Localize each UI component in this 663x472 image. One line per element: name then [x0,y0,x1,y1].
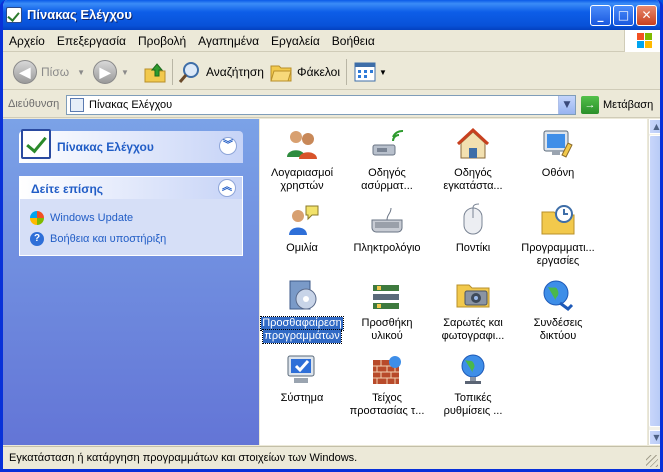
windows-logo [624,30,660,52]
up-folder-icon [144,63,166,83]
item-mouse[interactable]: Ποντίκι [431,202,515,268]
address-field[interactable]: Πίνακας Ελέγχου ▼ [66,95,576,115]
menu-file[interactable]: Αρχείο [3,30,51,48]
address-value: Πίνακας Ελέγχου [89,99,173,111]
network-connections-icon [540,277,576,313]
add-hardware-icon [369,277,405,313]
resize-grip-icon[interactable] [646,455,658,467]
speech-icon [284,202,320,238]
status-text: Εγκατάσταση ή κατάργηση προγραμμάτων και… [9,452,358,464]
address-label: Διεύθυνση [8,98,60,110]
back-label: Πίσω [41,65,70,79]
display-icon [540,127,576,163]
go-label: Μετάβαση [603,99,654,111]
item-scheduled-tasks[interactable]: Προγραμματι... εργασίες [516,202,600,268]
scroll-thumb[interactable] [649,135,660,427]
back-arrow-icon: ◀ [13,60,37,84]
control-panel-icon [6,7,22,23]
menu-bar: Αρχείο Επεξεργασία Προβολή Αγαπημένα Εργαλεί… [3,30,660,52]
help-icon: ? [30,232,44,246]
item-user-accounts[interactable]: Λογαριασμοί χρηστών [260,127,344,193]
item-network-setup-wizard[interactable]: Οδηγός εγκατάστα... [431,127,515,193]
folders-label: Φάκελοι [297,65,341,79]
system-icon [284,352,320,388]
see-also-title: Δείτε επίσης [31,182,104,196]
control-panel-icon [21,129,51,159]
toolbar: ◀ Πίσω ▼ ▶ ▼ Αναζήτηση Φάκελοι ▼ [3,53,660,90]
item-add-hardware[interactable]: Προσθήκη υλικού [345,277,429,343]
go-button[interactable]: → Μετάβαση [581,96,653,114]
network-setup-icon [455,127,491,163]
item-regional-settings[interactable]: Τοπικές ρυθμίσεις ... [431,352,515,418]
search-label: Αναζήτηση [206,65,264,79]
windows-update-icon [30,211,44,225]
item-system[interactable]: Σύστημα [260,352,344,418]
explorer-window: Πίνακας Ελέγχου _ □ ✕ Αρχείο Επεξεργασία Π… [0,0,663,472]
folders-button[interactable]: Φάκελοι [269,59,340,85]
user-accounts-icon [284,127,320,163]
window-title: Πίνακας Ελέγχου [27,7,132,22]
firewall-icon [369,352,405,388]
control-panel-title: Πίνακας Ελέγχου [57,140,154,154]
help-support-link[interactable]: ? Βοήθεια και υποστήριξη [30,231,166,247]
title-bar[interactable]: Πίνακας Ελέγχου _ □ ✕ [3,0,660,30]
see-also-panel: Δείτε επίσης ︽ Windows Update ? Βοήθεια … [19,176,243,256]
close-button[interactable]: ✕ [636,5,657,26]
add-remove-programs-icon [284,277,320,313]
see-also-header[interactable]: Δείτε επίσης ︽ [20,177,242,199]
item-scanners-cameras[interactable]: Σαρωτές και φωτογραφι... [431,277,515,343]
control-panel-header: Πίνακας Ελέγχου ︾ [19,129,243,163]
menu-tools[interactable]: Εργαλεία [265,30,326,48]
toolbar-separator [346,59,347,85]
collapse-chevron-icon[interactable]: ︾ [219,137,237,155]
windows-update-label: Windows Update [50,212,134,224]
menu-view[interactable]: Προβολή [132,30,192,48]
forward-arrow-icon: ▶ [93,60,117,84]
minimize-button[interactable]: _ [590,5,611,26]
item-add-remove-programs[interactable]: Προσθαφαίρεση προγραμμάτων [260,277,344,344]
menu-favorites[interactable]: Αγαπημένα [192,30,265,48]
search-icon [178,62,199,83]
status-bar: Εγκατάσταση ή κατάργηση προγραμμάτων και… [3,446,660,469]
keyboard-icon [369,202,405,238]
help-support-label: Βοήθεια και υποστήριξη [50,233,167,245]
item-wireless-wizard[interactable]: Οδηγός ασύρματ... [345,127,429,193]
item-network-connections[interactable]: Συνδέσεις δικτύου [516,277,600,343]
mouse-icon [455,202,491,238]
wireless-wizard-icon [369,127,405,163]
item-display[interactable]: Οθόνη [516,127,600,193]
scroll-up-icon[interactable]: ▲ [649,119,660,134]
address-bar: Διεύθυνση Πίνακας Ελέγχου ▼ → Μετάβαση [3,91,660,118]
item-speech[interactable]: Ομιλία [260,202,344,268]
up-folder-button[interactable] [143,59,167,85]
forward-button[interactable]: ▶ ▼ [93,59,129,85]
scheduled-tasks-icon [540,202,576,238]
menu-edit[interactable]: Επεξεργασία [51,30,132,48]
collapse-chevron-icon[interactable]: ︽ [218,179,236,197]
task-pane: Πίνακας Ελέγχου ︾ Δείτε επίσης ︽ Windows… [3,119,259,445]
folders-icon [270,65,292,82]
item-windows-firewall[interactable]: Τείχος προστασίας τ... [345,352,429,418]
scanners-cameras-icon [455,277,491,313]
search-button[interactable]: Αναζήτηση [178,59,264,85]
windows-update-link[interactable]: Windows Update [30,210,133,226]
views-icon [354,62,376,82]
maximize-button[interactable]: □ [613,5,634,26]
chevron-down-icon: ▼ [77,67,86,77]
views-button[interactable]: ▼ [353,59,387,85]
vertical-scrollbar[interactable]: ▲ ▼ [648,119,660,445]
toolbar-separator [172,59,173,85]
chevron-down-icon: ▼ [379,67,387,77]
regional-settings-icon [455,352,491,388]
control-panel-items: Λογαριασμοί χρηστών Οδηγός ασύρματ... Οδ… [260,119,647,445]
address-dropdown-button[interactable]: ▼ [558,96,575,114]
control-panel-icon [70,98,84,112]
menu-help[interactable]: Βοήθεια [326,30,381,48]
chevron-down-icon: ▼ [121,67,129,77]
back-button[interactable]: ◀ Πίσω ▼ [13,59,85,85]
item-keyboard[interactable]: Πληκτρολόγιο [345,202,429,268]
scroll-down-icon[interactable]: ▼ [649,430,660,445]
go-arrow-icon: → [581,96,599,114]
